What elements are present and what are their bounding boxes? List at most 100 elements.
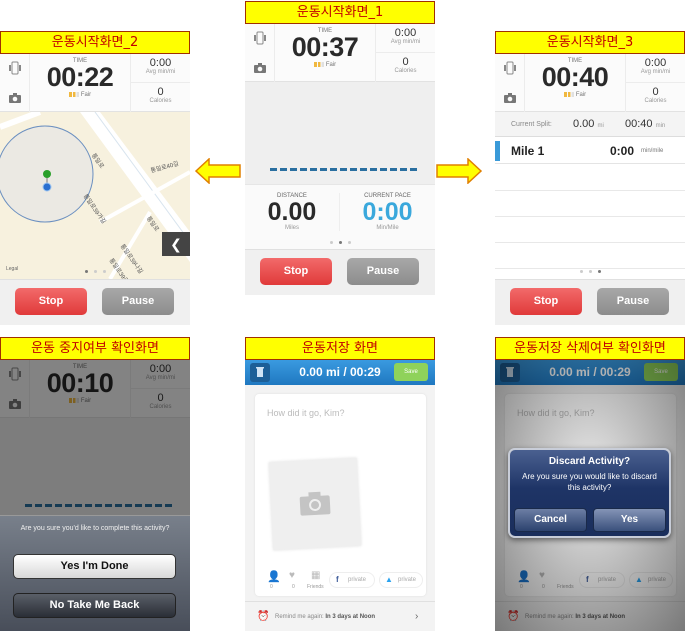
stop-button[interactable]: Stop bbox=[260, 258, 332, 285]
pause-button[interactable]: Pause bbox=[102, 288, 174, 315]
gps-signal-icon bbox=[313, 62, 324, 67]
split-time: 00:40 bbox=[625, 118, 653, 130]
activity-note-card: How did it go, Kim? 👤 0 ♥ 0 ▦ Friends f p… bbox=[255, 394, 426, 596]
tag-count: 0 bbox=[270, 584, 273, 590]
friends-label: Friends bbox=[307, 584, 324, 590]
calories-label: Calories bbox=[644, 98, 667, 104]
calories: 0 bbox=[652, 86, 659, 98]
save-button[interactable]: Save bbox=[394, 363, 428, 381]
action-sheet: Are you sure you'd like to complete this… bbox=[0, 515, 190, 631]
page-indicator[interactable] bbox=[245, 241, 435, 244]
save-header: 0.00 mi / 00:29 Save bbox=[245, 360, 435, 385]
split-distance-unit: mi bbox=[597, 123, 604, 129]
like-count: 0 bbox=[292, 584, 295, 590]
gps-signal-label: Fair bbox=[325, 62, 337, 69]
heart-icon[interactable]: ♥ bbox=[289, 570, 295, 581]
panel-title: 운동시작화면_1 bbox=[245, 1, 435, 24]
calories-label: Calories bbox=[149, 98, 172, 104]
action-sheet-message: Are you sure you'd like to complete this… bbox=[20, 525, 170, 532]
pace-value: 0:00 bbox=[362, 198, 413, 226]
pace-graph-line bbox=[270, 168, 418, 171]
split-label: Current Split: bbox=[511, 121, 552, 128]
avg-pace: 0:00 bbox=[394, 27, 417, 39]
start-pin-icon bbox=[43, 170, 51, 178]
facebook-share-toggle[interactable]: f private bbox=[329, 572, 375, 588]
avg-pace: 0:00 bbox=[149, 57, 172, 69]
twitter-privacy: private bbox=[398, 577, 417, 583]
pause-button[interactable]: Pause bbox=[597, 288, 669, 315]
mile-pace-unit: min/mile bbox=[641, 148, 664, 154]
right-arrow-icon bbox=[436, 158, 482, 184]
remind-label: Remind me again: bbox=[275, 614, 324, 620]
map-icon[interactable]: ▦ bbox=[311, 570, 320, 581]
current-location-icon bbox=[42, 182, 52, 192]
avg-pace-label: Avg min/mi bbox=[640, 69, 671, 75]
workout-header: TIME 00:37 Fair 0:00 Avg min/mi 0 Calories bbox=[245, 24, 435, 82]
phone-icon[interactable] bbox=[8, 61, 22, 75]
phone-icon[interactable] bbox=[503, 61, 517, 75]
yes-discard-button[interactable]: Yes bbox=[593, 508, 666, 532]
gps-signal-icon bbox=[563, 92, 574, 97]
dialog-message: Are you sure you would like to discard t… bbox=[522, 472, 657, 492]
reminder-row[interactable]: ⏰ Remind me again: In 3 days at Noon › bbox=[245, 601, 435, 631]
remind-value: In 3 days at Noon bbox=[325, 614, 376, 620]
stop-button[interactable]: Stop bbox=[15, 288, 87, 315]
workout-header: TIME 00:22 Fair 0:00 Avg min/mi 0 Calories bbox=[0, 54, 190, 112]
mile-pace: 0:00 bbox=[610, 144, 635, 158]
add-photo-area[interactable] bbox=[268, 457, 362, 551]
page-indicator[interactable] bbox=[0, 270, 190, 273]
chevron-left-icon[interactable]: ❮ bbox=[162, 232, 190, 256]
split-distance: 0.00 bbox=[573, 118, 595, 130]
workout-header: TIME 00:40 Fair 0:00 Avg min/mi 0 Calories bbox=[495, 54, 685, 112]
mile-split-row[interactable]: Mile 1 0:00 min/mile bbox=[495, 138, 685, 164]
workout-screen-3: TIME 00:40 Fair 0:00 Avg min/mi 0 Calories Cu… bbox=[495, 54, 685, 325]
facebook-icon: f bbox=[336, 575, 339, 584]
discard-confirm-screen: 0.00 mi / 00:29 Save How did it go, Kim?… bbox=[495, 360, 685, 631]
panel-title: 운동저장 화면 bbox=[245, 337, 435, 360]
workout-screen-1: TIME 00:37 Fair 0:00 Avg min/mi 0 Calories DI… bbox=[245, 24, 435, 295]
phone-icon[interactable] bbox=[253, 31, 267, 45]
pace-unit: Min/Mile bbox=[376, 225, 399, 231]
cancel-button[interactable]: Cancel bbox=[514, 508, 587, 532]
current-split-row: Current Split: 0.00 mi 00:40 min bbox=[495, 112, 685, 137]
save-activity-screen: 0.00 mi / 00:29 Save How did it go, Kim?… bbox=[245, 360, 435, 631]
discard-dialog: Discard Activity? Are you sure you would… bbox=[508, 448, 671, 538]
twitter-share-toggle[interactable]: ▲ private bbox=[379, 572, 423, 588]
page-indicator[interactable] bbox=[495, 270, 685, 273]
take-me-back-button[interactable]: No Take Me Back bbox=[13, 593, 176, 618]
calories: 0 bbox=[402, 56, 409, 68]
alarm-clock-icon: ⏰ bbox=[257, 611, 270, 622]
facebook-privacy: private bbox=[348, 577, 367, 583]
gps-signal-label: Fair bbox=[80, 92, 92, 99]
active-split-marker bbox=[495, 141, 500, 161]
chevron-right-icon: › bbox=[415, 611, 419, 622]
calories: 0 bbox=[157, 86, 164, 98]
stop-button[interactable]: Stop bbox=[510, 288, 582, 315]
camera-icon[interactable] bbox=[8, 91, 22, 105]
camera-icon bbox=[299, 491, 331, 516]
panel-title: 운동시작화면_3 bbox=[495, 31, 685, 54]
avg-pace-label: Avg min/mi bbox=[145, 69, 176, 75]
gps-signal-label: Fair bbox=[575, 92, 587, 99]
panel-title: 운동저장 삭제여부 확인화면 bbox=[495, 337, 685, 360]
panel-title: 운동시작화면_2 bbox=[0, 31, 190, 54]
dialog-title: Discard Activity? bbox=[548, 456, 631, 467]
yes-done-button[interactable]: Yes I'm Done bbox=[13, 554, 176, 579]
left-arrow-icon bbox=[195, 158, 241, 184]
elapsed-time: 00:40 bbox=[541, 62, 609, 92]
pause-button[interactable]: Pause bbox=[347, 258, 419, 285]
mile-label: Mile 1 bbox=[511, 144, 545, 158]
avg-pace-label: Avg min/mi bbox=[390, 39, 421, 45]
gps-signal-icon bbox=[68, 92, 79, 97]
split-time-unit: min bbox=[655, 123, 666, 129]
tag-person-icon[interactable]: 👤 bbox=[267, 570, 281, 583]
distance-unit: Miles bbox=[284, 225, 299, 231]
stop-confirm-screen: TIME 00:10 Fair 0:00 Avg min/mi 0 Calories Ar… bbox=[0, 360, 190, 631]
trash-icon[interactable] bbox=[250, 363, 270, 382]
stats-panel[interactable]: DISTANCE 0.00 Miles CURRENT PACE 0:00 Min/Mi… bbox=[245, 184, 435, 249]
distance-value: 0.00 bbox=[267, 198, 317, 226]
twitter-icon: ▲ bbox=[385, 575, 393, 584]
note-input[interactable]: How did it go, Kim? bbox=[267, 408, 345, 418]
camera-icon[interactable] bbox=[253, 61, 267, 75]
camera-icon[interactable] bbox=[503, 91, 517, 105]
